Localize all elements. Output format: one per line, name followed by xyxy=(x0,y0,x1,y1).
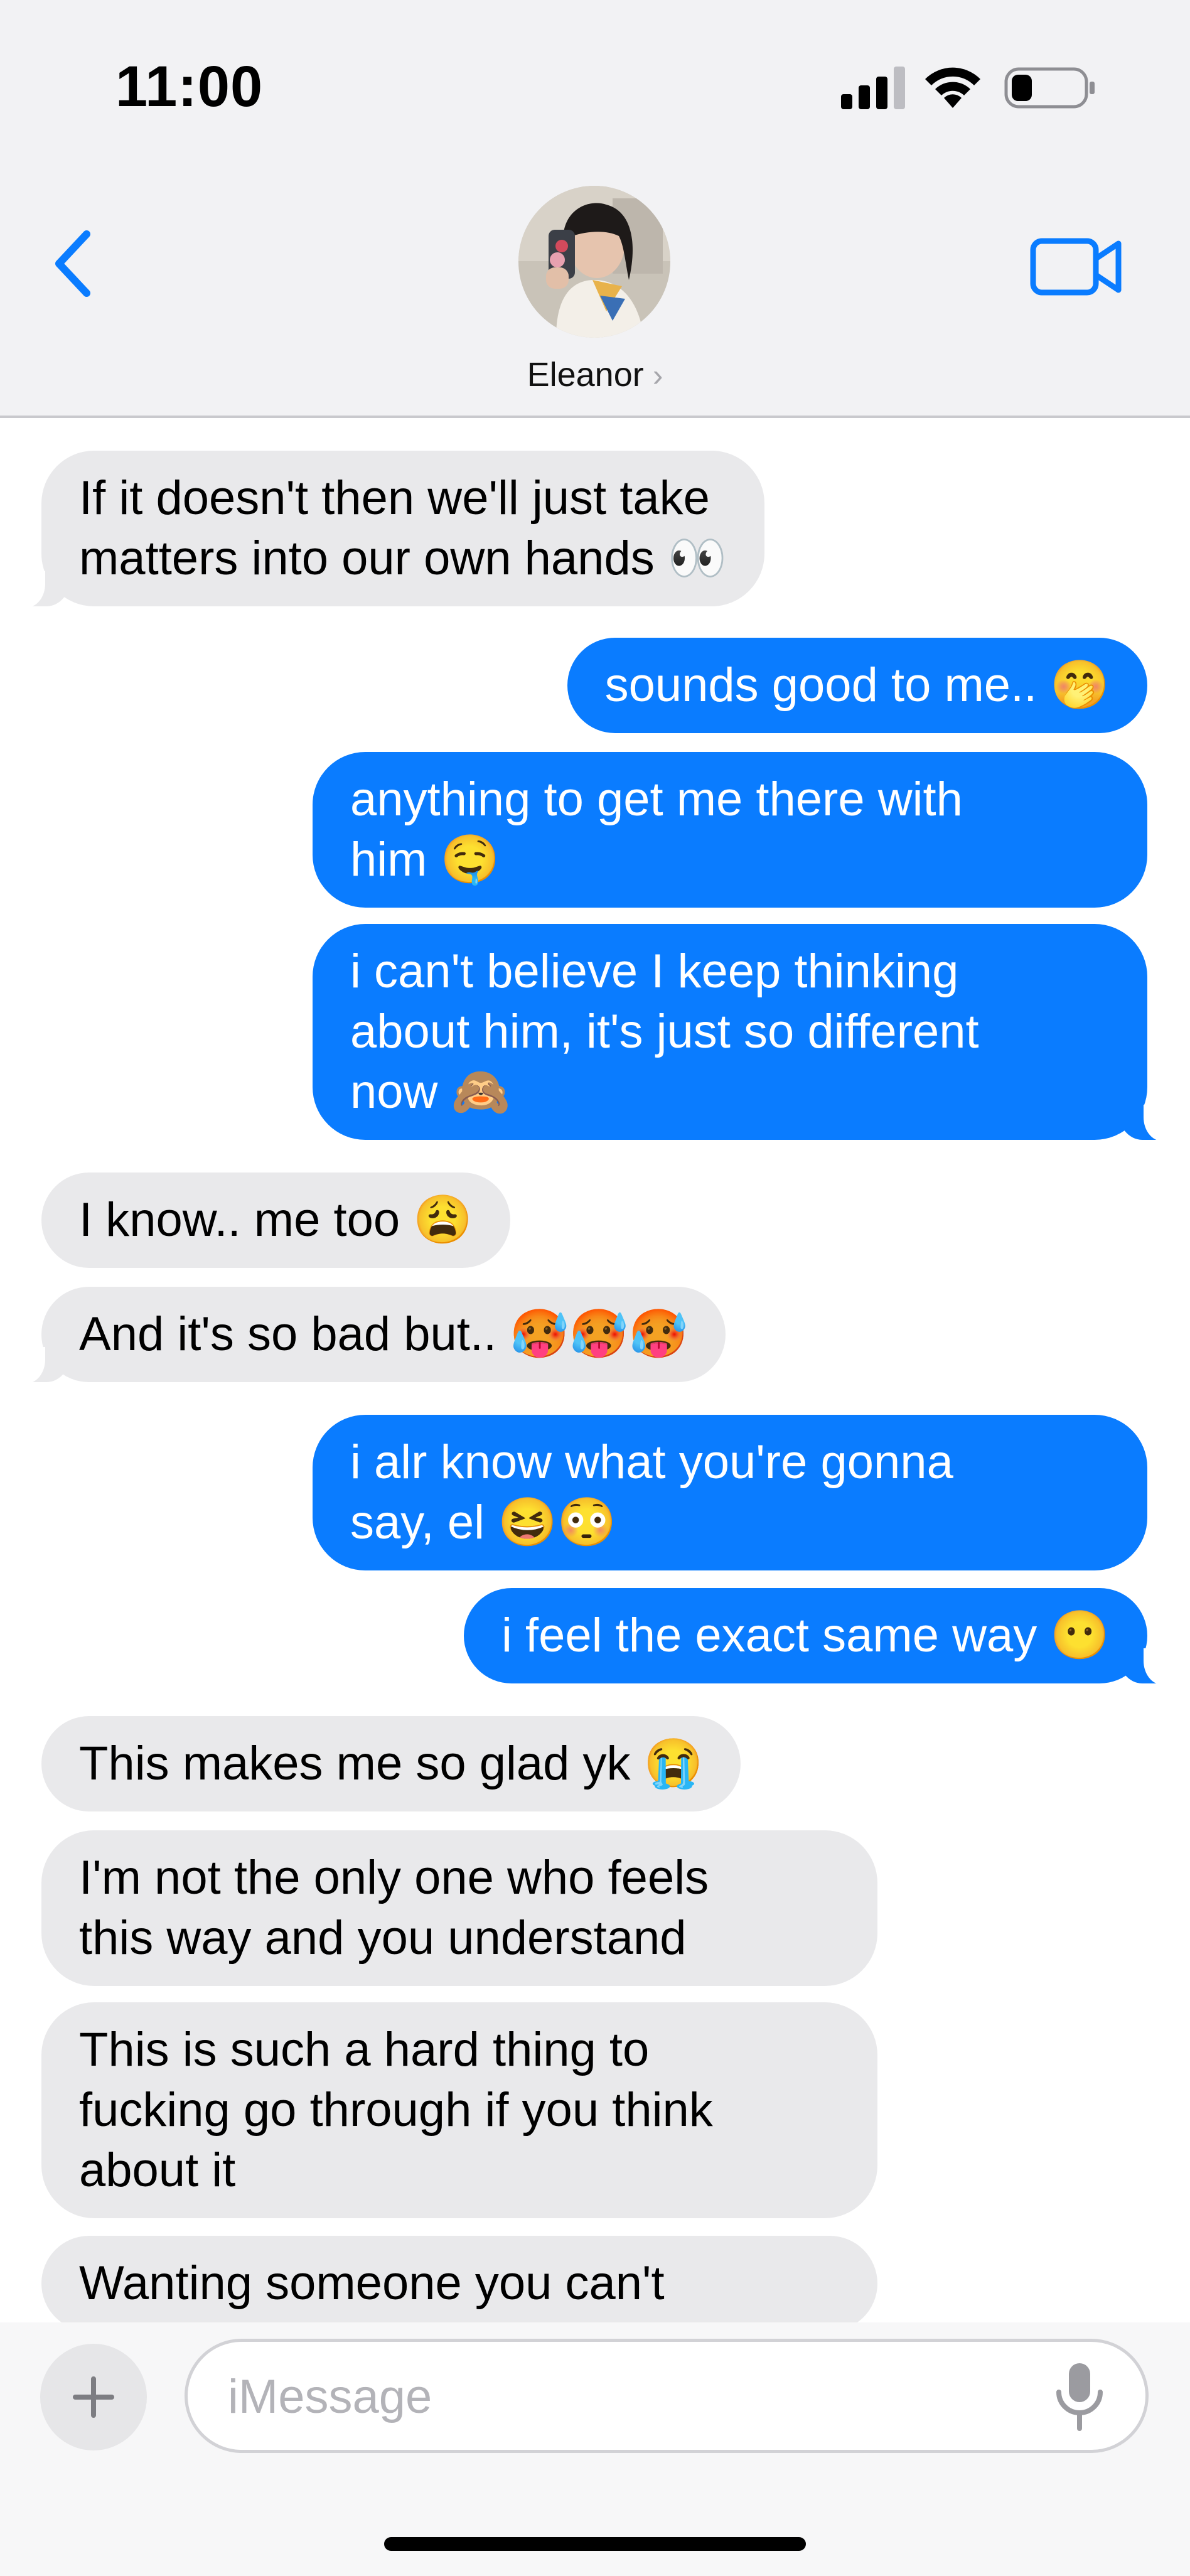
message-thread[interactable]: If it doesn't then we'll just take matte… xyxy=(0,418,1190,2322)
message-bubble-outgoing[interactable]: anything to get me there with him 🤤 xyxy=(313,752,1147,908)
message-input-container[interactable] xyxy=(185,2339,1149,2453)
battery-icon xyxy=(1004,67,1095,109)
message-bubble-outgoing[interactable]: i can't believe I keep thinking about hi… xyxy=(313,924,1179,1141)
microphone-icon[interactable] xyxy=(1045,2359,1114,2434)
cellular-signal-icon xyxy=(841,67,905,109)
message-composer xyxy=(0,2322,1190,2576)
contact-name-button[interactable]: Eleanor › xyxy=(0,355,1190,394)
message-bubble-incoming[interactable]: And it's so bad but.. 🥵🥵🥵 xyxy=(9,1287,726,1383)
message-bubble-incoming[interactable]: Wanting someone you can't xyxy=(41,2236,877,2322)
message-bubble-incoming[interactable]: I know.. me too 😩 xyxy=(41,1173,510,1268)
conversation-header: 11:00 Eleanor › xyxy=(0,0,1190,418)
message-bubble-outgoing[interactable]: sounds good to me.. 🤭 xyxy=(567,638,1147,733)
message-bubble-incoming[interactable]: If it doesn't then we'll just take matte… xyxy=(9,451,765,608)
message-bubble-incoming[interactable]: This makes me so glad yk 😭 xyxy=(41,1716,741,1811)
message-bubble-incoming[interactable]: This is such a hard thing to fucking go … xyxy=(41,2002,877,2218)
status-time: 11:00 xyxy=(115,55,264,119)
contact-name: Eleanor xyxy=(527,356,644,394)
message-bubble-outgoing[interactable]: i feel the exact same way 😶 xyxy=(463,1588,1179,1685)
avatar-photo xyxy=(518,186,670,338)
message-bubble-outgoing[interactable]: i alr know what you're gonna say, el 😆😳 xyxy=(313,1415,1147,1570)
chevron-left-icon xyxy=(55,230,90,297)
video-camera-icon[interactable] xyxy=(1029,232,1123,301)
plus-button[interactable] xyxy=(40,2344,147,2450)
back-button[interactable] xyxy=(44,226,100,301)
chevron-right-icon: › xyxy=(652,358,663,393)
wifi-icon xyxy=(925,67,980,108)
message-bubble-incoming[interactable]: I'm not the only one who feels this way … xyxy=(41,1830,877,1986)
plus-icon xyxy=(73,2376,114,2418)
home-indicator[interactable] xyxy=(384,2537,806,2551)
message-input[interactable] xyxy=(227,2364,1032,2428)
contact-avatar[interactable] xyxy=(518,186,670,338)
